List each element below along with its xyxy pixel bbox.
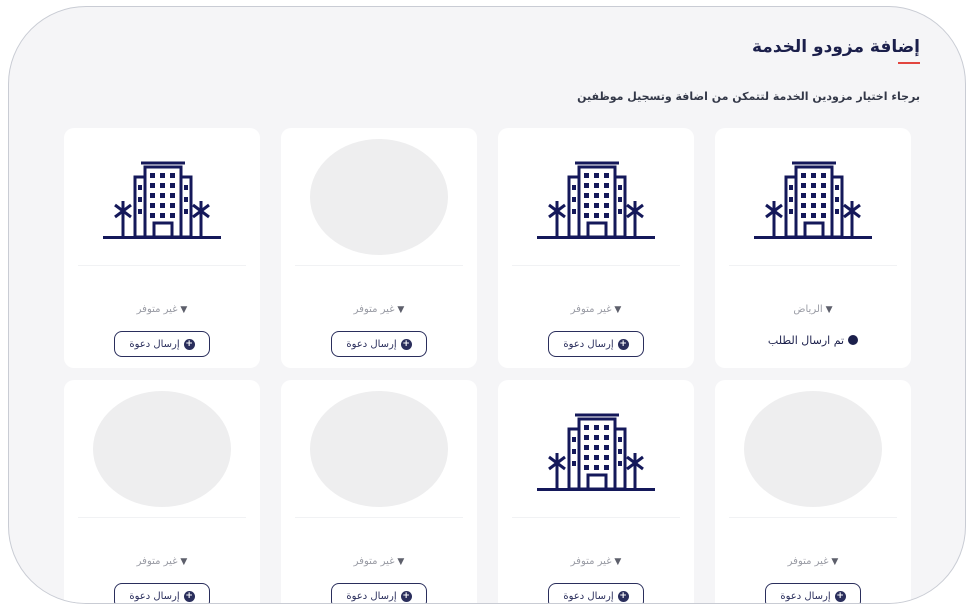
- image-placeholder: [310, 139, 448, 255]
- card-divider: [295, 517, 463, 518]
- building-icon: [537, 413, 655, 491]
- provider-card[interactable]: ▼غير متوفر + إرسال دعوة: [498, 380, 694, 603]
- page-title: إضافة مزودو الخدمة: [752, 37, 920, 57]
- send-invite-label: إرسال دعوة: [129, 590, 180, 602]
- send-invite-label: إرسال دعوة: [780, 590, 831, 602]
- building-icon: [754, 161, 872, 239]
- send-invite-label: إرسال دعوة: [346, 338, 397, 350]
- provider-location: ▼غير متوفر: [715, 556, 911, 567]
- plus-circle-icon: +: [617, 590, 629, 602]
- building-icon: [103, 161, 221, 239]
- provider-city: غير متوفر: [787, 556, 829, 567]
- provider-city: غير متوفر: [353, 304, 395, 315]
- provider-card[interactable]: ▼غير متوفر + إرسال دعوة: [281, 380, 477, 603]
- provider-location: ▼غير متوفر: [64, 304, 260, 315]
- send-invite-label: إرسال دعوة: [563, 338, 614, 350]
- provider-location: ▼غير متوفر: [498, 556, 694, 567]
- provider-location: ▼الرياض: [715, 304, 911, 315]
- send-invite-label: إرسال دعوة: [563, 590, 614, 602]
- provider-city: غير متوفر: [353, 556, 395, 567]
- provider-image: [64, 380, 260, 518]
- provider-image: [281, 380, 477, 518]
- location-pin-icon: ▼: [614, 305, 622, 315]
- provider-city: غير متوفر: [136, 556, 178, 567]
- location-pin-icon: ▼: [825, 305, 833, 315]
- plus-circle-icon: +: [183, 338, 195, 350]
- service-providers-panel: إضافة مزودو الخدمة برجاء اختيار مزودين ا…: [8, 6, 966, 604]
- request-status-label: تم ارسال الطلب: [767, 334, 845, 347]
- card-divider: [78, 265, 246, 266]
- plus-circle-icon: +: [400, 338, 412, 350]
- building-icon: [537, 161, 655, 239]
- page-subtitle: برجاء اختيار مزودين الخدمة لتتمكن من اضا…: [577, 90, 920, 103]
- provider-card[interactable]: ▼غير متوفر + إرسال دعوة: [498, 128, 694, 368]
- provider-city: غير متوفر: [570, 304, 612, 315]
- location-pin-icon: ▼: [397, 305, 405, 315]
- provider-card[interactable]: ▼غير متوفر + إرسال دعوة: [64, 128, 260, 368]
- location-pin-icon: ▼: [180, 305, 188, 315]
- provider-image: [281, 128, 477, 266]
- card-divider: [512, 265, 680, 266]
- location-pin-icon: ▼: [397, 557, 405, 567]
- provider-image: [498, 380, 694, 518]
- send-invite-button[interactable]: + إرسال دعوة: [765, 583, 861, 603]
- provider-image: [498, 128, 694, 266]
- send-invite-button[interactable]: + إرسال دعوة: [114, 331, 210, 357]
- image-placeholder: [744, 391, 882, 507]
- send-invite-label: إرسال دعوة: [129, 338, 180, 350]
- request-sent-status: تم ارسال الطلب: [715, 334, 911, 347]
- provider-image: [715, 128, 911, 266]
- card-divider: [512, 517, 680, 518]
- provider-card[interactable]: ▼غير متوفر + إرسال دعوة: [715, 380, 911, 603]
- location-pin-icon: ▼: [180, 557, 188, 567]
- provider-location: ▼غير متوفر: [64, 556, 260, 567]
- send-invite-button[interactable]: + إرسال دعوة: [331, 331, 427, 357]
- image-placeholder: [93, 391, 231, 507]
- card-divider: [78, 517, 246, 518]
- provider-card[interactable]: ▼غير متوفر + إرسال دعوة: [281, 128, 477, 368]
- send-invite-label: إرسال دعوة: [346, 590, 397, 602]
- provider-location: ▼غير متوفر: [281, 556, 477, 567]
- send-invite-button[interactable]: + إرسال دعوة: [548, 331, 644, 357]
- location-pin-icon: ▼: [831, 557, 839, 567]
- image-placeholder: [310, 391, 448, 507]
- plus-circle-icon: +: [834, 590, 846, 602]
- send-invite-button[interactable]: + إرسال دعوة: [331, 583, 427, 603]
- provider-card[interactable]: ▼الرياض تم ارسال الطلب: [715, 128, 911, 368]
- card-divider: [729, 265, 897, 266]
- provider-location: ▼غير متوفر: [498, 304, 694, 315]
- clock-icon: [848, 335, 859, 345]
- plus-circle-icon: +: [400, 590, 412, 602]
- plus-circle-icon: +: [183, 590, 195, 602]
- provider-image: [64, 128, 260, 266]
- card-divider: [729, 517, 897, 518]
- provider-city: غير متوفر: [570, 556, 612, 567]
- provider-card[interactable]: ▼غير متوفر + إرسال دعوة: [64, 380, 260, 603]
- location-pin-icon: ▼: [614, 557, 622, 567]
- send-invite-button[interactable]: + إرسال دعوة: [114, 583, 210, 603]
- title-underline: [898, 62, 920, 64]
- provider-location: ▼غير متوفر: [281, 304, 477, 315]
- provider-city: غير متوفر: [136, 304, 178, 315]
- send-invite-button[interactable]: + إرسال دعوة: [548, 583, 644, 603]
- provider-image: [715, 380, 911, 518]
- plus-circle-icon: +: [617, 338, 629, 350]
- card-divider: [295, 265, 463, 266]
- provider-city: الرياض: [793, 304, 823, 315]
